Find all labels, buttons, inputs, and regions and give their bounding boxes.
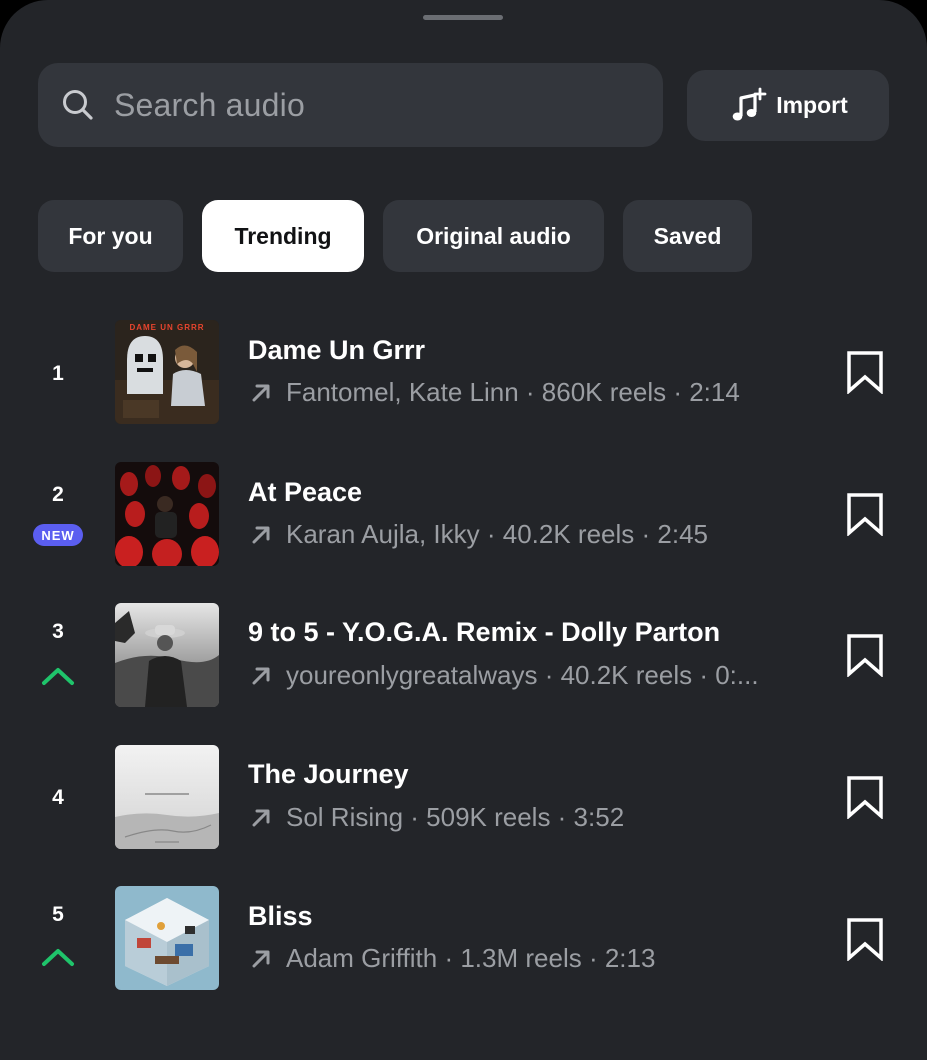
save-button[interactable] — [846, 350, 884, 395]
track-rank: 3 — [52, 620, 64, 643]
arrow-up-right-icon — [248, 946, 274, 972]
album-cover: DAME UN GRRR — [115, 320, 219, 424]
sheet-grabber-handle[interactable] — [423, 15, 503, 20]
bookmark-outline-icon — [847, 776, 883, 820]
track-rank: 4 — [52, 786, 64, 809]
search-icon — [60, 87, 96, 123]
tab-trending[interactable]: Trending — [202, 200, 364, 272]
bookmark-outline-icon — [847, 634, 883, 678]
bookmark-outline-icon — [847, 918, 883, 962]
chevron-up-icon — [42, 949, 74, 966]
track-row[interactable]: 4 The Journey Sol Rising · 509K reels · … — [0, 741, 927, 851]
bookmark-outline-icon — [847, 351, 883, 395]
search-bar[interactable]: Search audio — [38, 63, 663, 147]
track-meta: Sol Rising · 509K reels · 3:52 — [248, 802, 810, 833]
track-meta: Fantomel, Kate Linn · 860K reels · 2:14 — [248, 377, 810, 408]
import-button-label: Import — [776, 92, 848, 118]
arrow-up-right-icon — [248, 380, 274, 406]
track-rank: 5 — [52, 903, 64, 926]
track-row[interactable]: 2 NEW At Peace Karan Aujla, Ikky · 40.2K… — [0, 459, 927, 569]
track-meta-text: Fantomel, Kate Linn · 860K reels · 2:14 — [286, 377, 740, 407]
bookmark-outline-icon — [847, 493, 883, 537]
album-cover — [115, 886, 219, 990]
save-button[interactable] — [846, 917, 884, 962]
tab-original-audio[interactable]: Original audio — [383, 200, 604, 272]
track-meta-text: Karan Aujla, Ikky · 40.2K reels · 2:45 — [286, 519, 708, 549]
new-badge: NEW — [33, 524, 83, 546]
tab-saved[interactable]: Saved — [623, 200, 752, 272]
search-input-placeholder: Search audio — [114, 86, 305, 123]
save-button[interactable] — [846, 633, 884, 678]
track-title: At Peace — [248, 477, 363, 507]
arrow-up-right-icon — [248, 805, 274, 831]
track-meta: Karan Aujla, Ikky · 40.2K reels · 2:45 — [248, 519, 810, 550]
track-row[interactable]: 1 DAME UN GRRR Dame Un Grrr Fantomel, Ka… — [0, 317, 927, 427]
audio-picker-sheet: Search audio Import For you Trending Ori… — [0, 0, 927, 1060]
track-meta-text: youreonlygreatalways · 40.2K reels · 0:.… — [286, 660, 759, 690]
music-note-plus-icon — [728, 86, 768, 126]
track-meta: youreonlygreatalways · 40.2K reels · 0:.… — [248, 660, 810, 691]
track-title: Dame Un Grrr — [248, 335, 426, 365]
track-rank: 2 — [52, 483, 64, 506]
album-cover — [115, 462, 219, 566]
album-cover — [115, 745, 219, 849]
album-cover — [115, 603, 219, 707]
track-title: The Journey — [248, 759, 409, 789]
track-rank: 1 — [52, 362, 64, 385]
chevron-up-icon — [42, 668, 74, 685]
save-button[interactable] — [846, 492, 884, 537]
track-row[interactable]: 5 Bliss Adam Griffith · 1.3M reels · 2:1… — [0, 883, 927, 993]
save-button[interactable] — [846, 775, 884, 820]
album-cover-title-text: DAME UN GRRR — [129, 323, 205, 332]
track-meta: Adam Griffith · 1.3M reels · 2:13 — [248, 943, 810, 974]
track-row[interactable]: 3 9 to 5 - Y.O.G.A. Remix - Dolly Parton… — [0, 600, 927, 710]
track-meta-text: Adam Griffith · 1.3M reels · 2:13 — [286, 943, 656, 973]
arrow-up-right-icon — [248, 522, 274, 548]
track-title: 9 to 5 - Y.O.G.A. Remix - Dolly Parton — [248, 617, 721, 647]
tab-for-you[interactable]: For you — [38, 200, 183, 272]
track-meta-text: Sol Rising · 509K reels · 3:52 — [286, 802, 625, 832]
import-button[interactable]: Import — [687, 70, 889, 141]
track-title: Bliss — [248, 901, 313, 931]
arrow-up-right-icon — [248, 663, 274, 689]
